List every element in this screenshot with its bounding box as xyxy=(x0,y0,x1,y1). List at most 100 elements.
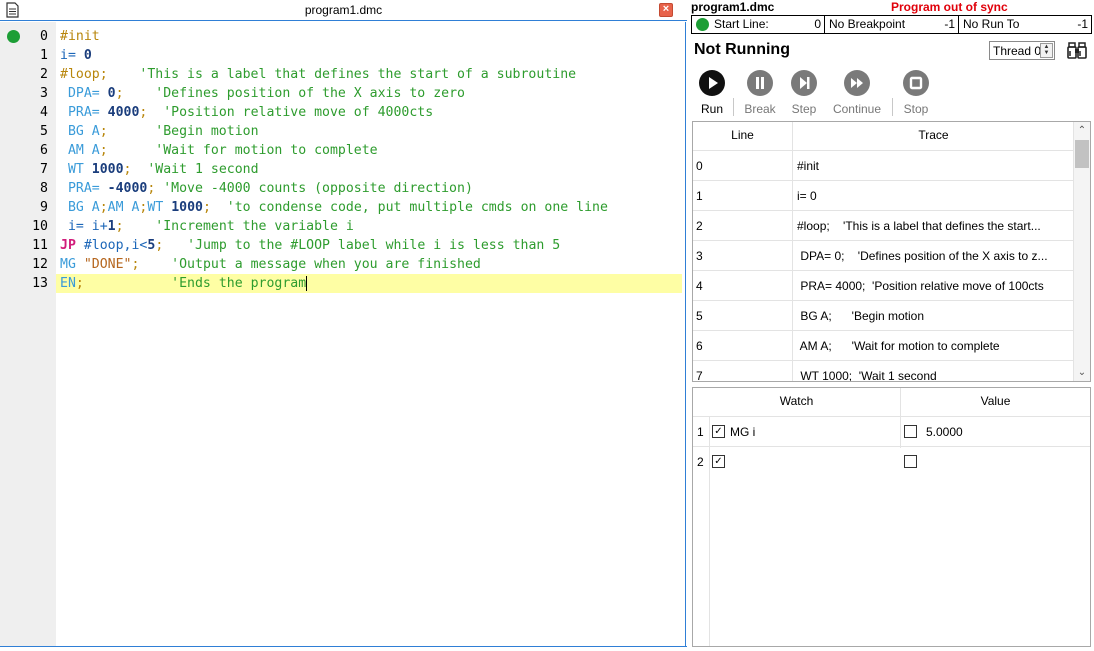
line-number: 2 xyxy=(40,67,48,82)
trace-line-cell: 0 xyxy=(696,159,703,173)
run-label: Run xyxy=(700,102,723,116)
trace-row[interactable]: 1 i= 0 xyxy=(693,180,1074,210)
binoculars-icon[interactable] xyxy=(1067,40,1087,60)
code-line[interactable]: PRA= 4000; 'Position relative move of 40… xyxy=(60,103,433,122)
code-line[interactable]: DPA= 0; 'Defines position of the X axis … xyxy=(60,84,465,103)
watch-row[interactable]: 1 ✓ MG i 5.0000 xyxy=(693,416,1090,446)
code-line[interactable]: #loop; 'This is a label that defines the… xyxy=(60,65,576,84)
line-number: 10 xyxy=(32,219,48,234)
line-number: 9 xyxy=(40,200,48,215)
text-caret xyxy=(306,275,308,291)
thread-spinner-icon[interactable]: ▲ ▼ xyxy=(1040,43,1053,58)
trace-row[interactable]: 3 DPA= 0; 'Defines position of the X axi… xyxy=(693,240,1074,270)
line-number: 11 xyxy=(32,238,48,253)
watch-enable-checkbox[interactable]: ✓ xyxy=(712,425,725,438)
trace-text-cell: #loop; 'This is a label that defines the… xyxy=(797,219,1041,233)
value-checkbox[interactable] xyxy=(904,455,917,468)
trace-row[interactable]: 2 #loop; 'This is a label that defines th… xyxy=(693,210,1074,240)
breakpoint-marker-icon[interactable] xyxy=(7,30,20,43)
line-number: 7 xyxy=(40,162,48,177)
run-state: Not Running xyxy=(694,41,790,58)
code-token: 'Jump to the #LOOP label while i is less… xyxy=(163,238,561,253)
trace-table[interactable]: Line Trace 0 #init 1 i= 0 2 #loop; 'This is a… xyxy=(692,121,1091,382)
watch-table[interactable]: Watch Value 1 ✓ MG i 5.0000 2 ✓ xyxy=(692,387,1091,647)
code-token: JP xyxy=(60,238,76,253)
code-line[interactable]: BG A; 'Begin motion xyxy=(60,122,259,141)
code-token: 1000 xyxy=(91,162,124,177)
step-icon xyxy=(791,70,817,96)
debugger-panel: program1.dmc Program out of sync Start L… xyxy=(691,0,1094,651)
code-token: 'Move -4000 counts (opposite direction) xyxy=(155,181,473,196)
run-to-field[interactable]: No Run To -1 xyxy=(959,16,1091,33)
code-token: ; xyxy=(75,276,84,291)
code-line[interactable]: i= i+1; 'Increment the variable i xyxy=(60,217,354,236)
watch-row[interactable]: 2 ✓ xyxy=(693,446,1090,476)
line-gutter[interactable]: 0 1 2 3 4 5 6 7 8 9 10 11 12 13 xyxy=(0,22,56,647)
code-token: 'This is a label that defines the start … xyxy=(107,67,577,82)
close-icon[interactable]: × xyxy=(659,3,673,17)
trace-row[interactable]: 5 BG A; 'Begin motion xyxy=(693,300,1074,330)
code-token: 'Ends the program xyxy=(83,276,307,291)
code-token: -4000 xyxy=(107,181,148,196)
program-name: program1.dmc xyxy=(691,0,775,14)
code-token: 0 xyxy=(107,86,116,101)
start-line-field[interactable]: Start Line: 0 xyxy=(692,16,825,33)
code-token: MG xyxy=(60,257,84,272)
code-token: 'Defines position of the X axis to zero xyxy=(123,86,465,101)
code-token: BG A xyxy=(60,200,100,215)
code-line[interactable]: WT 1000; 'Wait 1 second xyxy=(60,160,259,179)
continue-button[interactable]: Continue xyxy=(831,70,883,118)
code-token: ; xyxy=(115,86,124,101)
trace-text-cell: #init xyxy=(797,159,820,173)
trace-row[interactable]: 6 AM A; 'Wait for motion to complete xyxy=(693,330,1074,360)
breakpoint-field[interactable]: No Breakpoint -1 xyxy=(825,16,959,33)
trace-row[interactable]: 0 #init xyxy=(693,150,1074,180)
value-checkbox[interactable] xyxy=(904,425,917,438)
code-token: DPA= xyxy=(60,86,108,101)
scroll-thumb[interactable] xyxy=(1075,140,1089,168)
stop-label: Stop xyxy=(903,102,929,116)
code-text-area[interactable]: #init i= 0 #loop; 'This is a label that de… xyxy=(56,22,686,647)
editor-titlebar: program1.dmc × xyxy=(0,0,687,21)
code-token: 4000 xyxy=(107,105,140,120)
code-token: PRA= xyxy=(60,181,108,196)
code-token: #loop; xyxy=(60,67,108,82)
watch-enable-checkbox[interactable]: ✓ xyxy=(712,455,725,468)
stop-button[interactable]: Stop xyxy=(890,70,942,118)
code-token: 'Wait 1 second xyxy=(131,162,259,177)
run-button[interactable]: Run xyxy=(686,70,738,118)
code-line[interactable]: JP #loop,i<5; 'Jump to the #LOOP label w… xyxy=(60,236,560,255)
scroll-up-icon[interactable]: ⌃ xyxy=(1074,122,1090,139)
column-divider xyxy=(709,416,710,646)
line-number: 1 xyxy=(40,48,48,63)
trace-text-cell: BG A; 'Begin motion xyxy=(797,309,925,323)
code-line[interactable]: PRA= -4000; 'Move -4000 counts (opposite… xyxy=(60,179,473,198)
run-to-value: -1 xyxy=(1077,17,1088,31)
trace-row[interactable]: 7 WT 1000; 'Wait 1 second xyxy=(693,360,1074,381)
code-editor: program1.dmc × 0 1 2 3 4 5 6 7 8 9 10 11 12 13 #init i… xyxy=(0,0,687,651)
editor-title: program1.dmc xyxy=(304,3,383,17)
watch-expression[interactable]: MG i xyxy=(730,425,755,439)
code-line[interactable]: AM A; 'Wait for motion to complete xyxy=(60,141,378,160)
code-line[interactable]: EN; 'Ends the program xyxy=(56,274,682,293)
breakpoint-label: No Breakpoint xyxy=(829,17,906,31)
trace-line-cell: 5 xyxy=(696,309,703,323)
step-button[interactable]: Step xyxy=(778,70,830,118)
continue-label: Continue xyxy=(832,102,882,116)
start-line-label: Start Line: xyxy=(714,17,769,31)
line-number: 4 xyxy=(40,105,48,120)
code-token: WT xyxy=(60,162,92,177)
code-token: 1 xyxy=(107,219,116,234)
code-line[interactable]: MG "DONE"; 'Output a message when you ar… xyxy=(60,255,481,274)
trace-row[interactable]: 4 PRA= 4000; 'Position relative move of … xyxy=(693,270,1074,300)
code-line[interactable]: i= 0 xyxy=(60,46,92,65)
thread-selector[interactable]: Thread 0 ▲ ▼ xyxy=(989,41,1055,60)
trace-scrollbar[interactable]: ⌃ ⌄ xyxy=(1073,122,1090,381)
watch-header-watch: Watch xyxy=(779,394,814,408)
code-line[interactable]: BG A;AM A;WT 1000; 'to condense code, pu… xyxy=(60,198,608,217)
scroll-down-icon[interactable]: ⌄ xyxy=(1074,364,1090,381)
trace-line-cell: 4 xyxy=(696,279,703,293)
code-token: i= i+ xyxy=(60,219,108,234)
code-line[interactable]: #init xyxy=(60,27,100,46)
line-number: 13 xyxy=(32,276,48,291)
